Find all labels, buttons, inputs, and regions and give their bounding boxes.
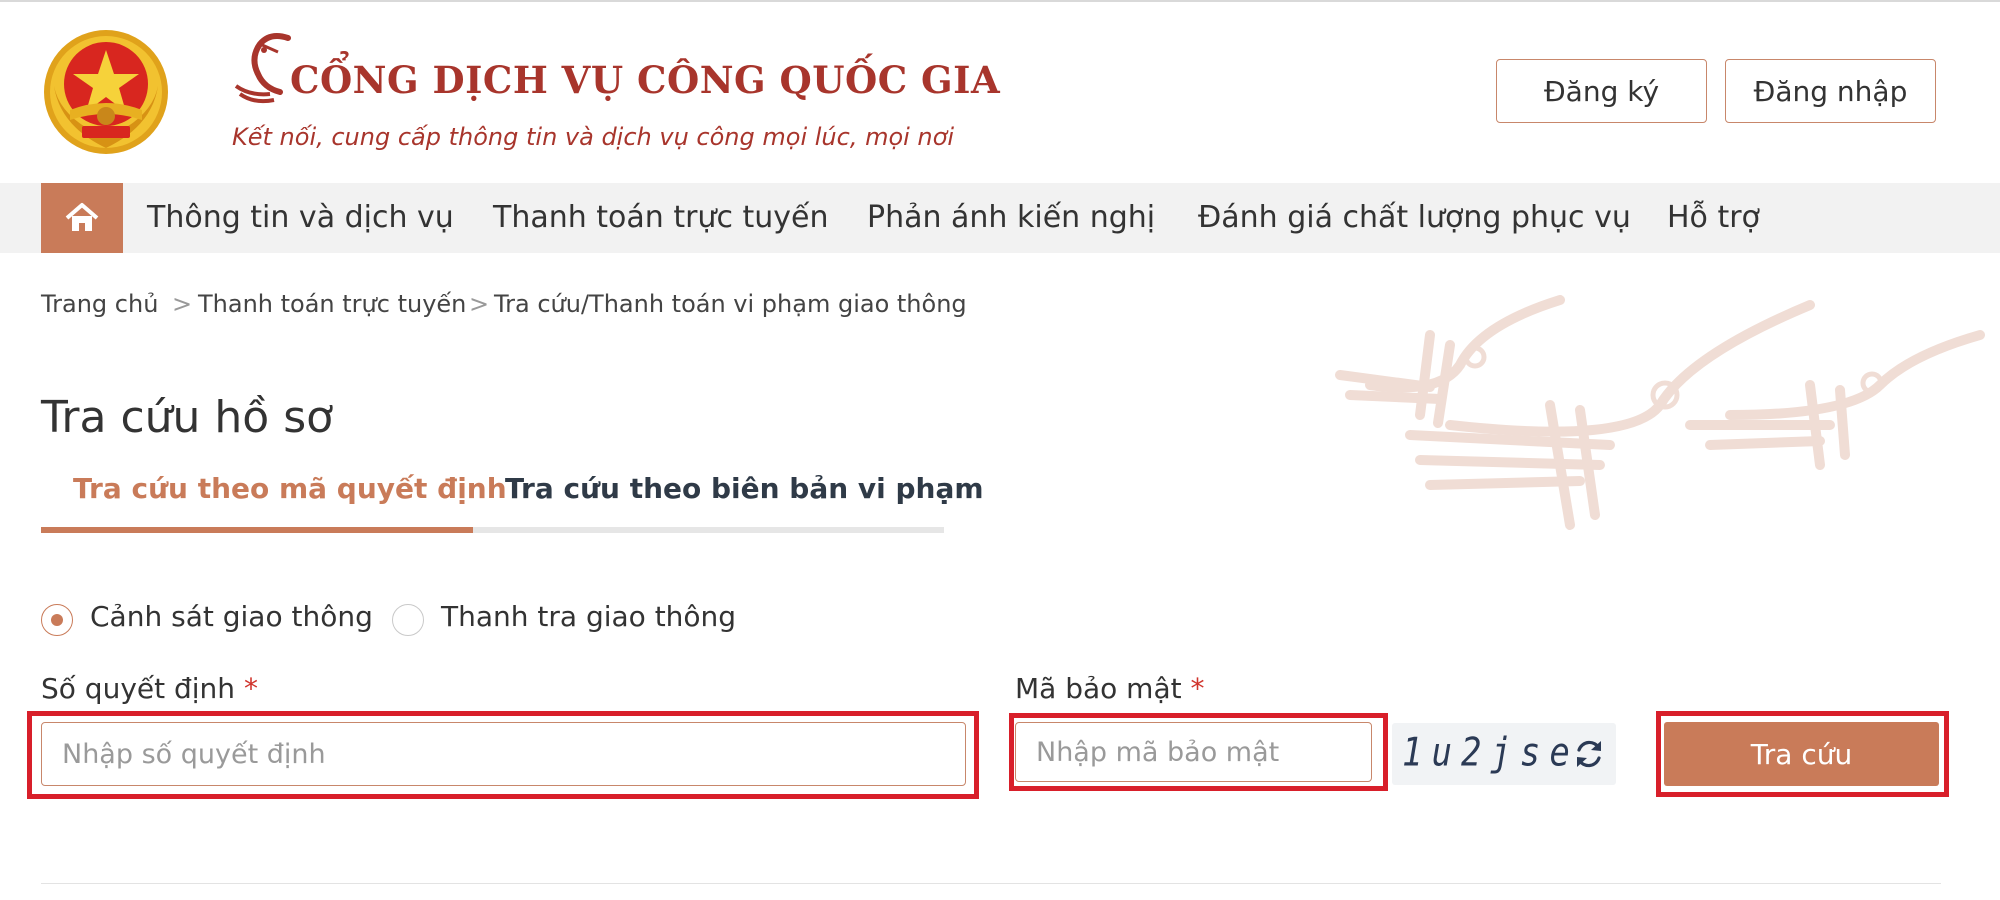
- tab-active-indicator: [41, 527, 473, 533]
- breadcrumb-separator: >: [469, 290, 490, 318]
- nav-item-online-payment[interactable]: Thanh toán trực tuyến: [493, 183, 828, 253]
- breadcrumb-separator: >: [172, 290, 193, 318]
- nav-item-service-rating[interactable]: Đánh giá chất lượng phục vụ: [1198, 183, 1631, 253]
- decision-number-input[interactable]: [41, 722, 966, 786]
- captcha-input[interactable]: [1015, 722, 1372, 782]
- nav-item-support[interactable]: Hỗ trợ: [1667, 183, 1760, 253]
- captcha-label: Mã bảo mật *: [1015, 672, 1205, 705]
- login-button[interactable]: Đăng nhập: [1725, 59, 1936, 123]
- portal-subtitle: Kết nối, cung cấp thông tin và dịch vụ c…: [232, 123, 954, 151]
- nav-item-feedback[interactable]: Phản ánh kiến nghị: [867, 183, 1155, 253]
- decorative-birds-icon: [1335, 295, 1985, 530]
- divider: [41, 883, 1941, 884]
- breadcrumb-online-payment[interactable]: Thanh toán trực tuyến: [198, 290, 466, 318]
- radio-traffic-police[interactable]: [41, 604, 73, 636]
- radio-traffic-inspector[interactable]: [392, 604, 424, 636]
- required-mark: *: [1190, 672, 1205, 705]
- captcha-label-text: Mã bảo mật: [1015, 672, 1182, 705]
- captcha-code-text: 1u2jse: [1402, 730, 1579, 776]
- tab-search-by-decision-code[interactable]: Tra cứu theo mã quyết định: [73, 472, 507, 505]
- refresh-captcha-icon[interactable]: [1572, 737, 1606, 771]
- radio-traffic-police-label[interactable]: Cảnh sát giao thông: [90, 600, 373, 633]
- nav-item-info-services[interactable]: Thông tin và dịch vụ: [147, 183, 454, 253]
- required-mark: *: [243, 672, 258, 705]
- breadcrumb-current: Tra cứu/Thanh toán vi phạm giao thông: [494, 290, 967, 318]
- register-button[interactable]: Đăng ký: [1496, 59, 1707, 123]
- portal-title: CỔNG DỊCH VỤ CÔNG QUỐC GIA: [290, 58, 1001, 102]
- main-nav: Thông tin và dịch vụ Thanh toán trực tuy…: [0, 183, 2000, 253]
- nav-home-button[interactable]: [41, 183, 123, 253]
- radio-traffic-inspector-label[interactable]: Thanh tra giao thông: [441, 600, 736, 633]
- search-submit-button[interactable]: Tra cứu: [1664, 722, 1939, 786]
- top-border: [0, 0, 2000, 2]
- page-title: Tra cứu hồ sơ: [41, 392, 334, 443]
- national-emblem-logo[interactable]: [40, 26, 172, 158]
- decision-number-label: Số quyết định *: [41, 672, 258, 705]
- breadcrumb-home[interactable]: Trang chủ: [41, 290, 158, 318]
- decision-number-label-text: Số quyết định: [41, 672, 236, 705]
- tab-search-by-violation-record[interactable]: Tra cứu theo biên bản vi phạm: [505, 472, 984, 505]
- home-icon: [65, 203, 99, 231]
